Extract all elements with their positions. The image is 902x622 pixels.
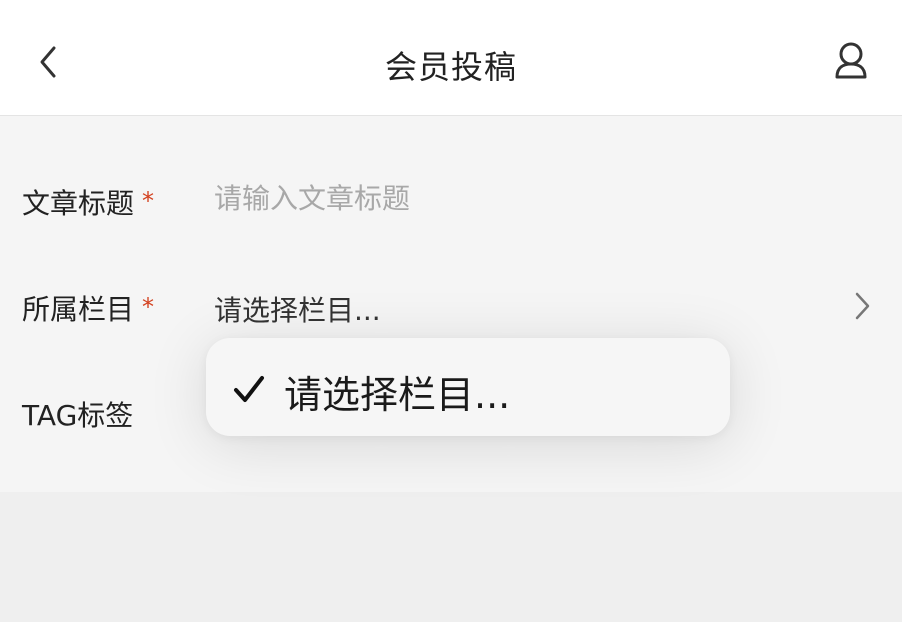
category-dropdown: 请选择栏目...: [206, 338, 730, 436]
field-label-text: 所属栏目: [22, 293, 135, 326]
article-title-input[interactable]: [214, 176, 774, 220]
dropdown-option-label: 请选择栏目...: [284, 373, 511, 417]
page-title: 会员投稿: [384, 48, 517, 86]
field-category[interactable]: 所属栏目 * 请选择栏目...: [0, 274, 902, 334]
field-label: 所属栏目 *: [22, 288, 154, 328]
field-label: TAG标签: [22, 394, 133, 434]
category-select[interactable]: 请选择栏目...: [214, 289, 381, 329]
field-article-title: 文章标题 *: [0, 168, 902, 228]
required-mark: *: [142, 293, 155, 321]
app-header: 会员投稿: [0, 0, 902, 116]
field-label-text: TAG标签: [22, 399, 134, 432]
chevron-right-icon: [855, 292, 870, 320]
category-expand[interactable]: [850, 288, 874, 324]
checkmark-icon: [234, 376, 264, 402]
field-label-text: 文章标题: [22, 187, 135, 220]
user-button[interactable]: [826, 38, 876, 86]
required-mark: *: [142, 187, 155, 215]
field-label: 文章标题 *: [22, 182, 154, 222]
user-icon: [835, 42, 867, 79]
dropdown-option[interactable]: 请选择栏目...: [206, 338, 730, 436]
